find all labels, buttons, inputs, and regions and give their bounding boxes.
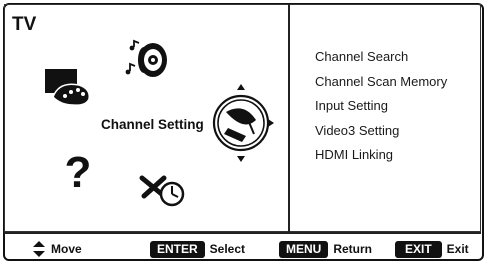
menu-item-input-setting[interactable]: Input Setting <box>315 97 447 122</box>
menu-item-channel-search[interactable]: Channel Search <box>315 48 447 73</box>
button-hint-bar: Move ENTER Select MENU Return EXIT Exit <box>0 240 491 260</box>
exit-label: Exit <box>446 242 469 256</box>
panel-divider <box>288 4 290 232</box>
speaker-music-icon[interactable] <box>120 37 172 83</box>
svg-text:?: ? <box>65 148 92 193</box>
menu-key-badge: MENU <box>279 240 329 258</box>
menu-item-channel-scan-memory[interactable]: Channel Scan Memory <box>315 73 447 98</box>
select-label: Select <box>209 242 246 256</box>
question-mark-icon[interactable]: ? <box>60 145 96 193</box>
selected-menu-label: Channel Setting <box>101 117 204 132</box>
hint-select: ENTER Select <box>150 240 245 258</box>
menu-item-video3-setting[interactable]: Video3 Setting <box>315 122 447 147</box>
tools-clock-icon[interactable] <box>134 170 188 208</box>
footer-divider <box>4 232 481 234</box>
satellite-dish-icon[interactable] <box>206 82 276 164</box>
submenu-list: Channel Search Channel Scan Memory Input… <box>315 48 447 171</box>
enter-key-badge: ENTER <box>150 240 205 258</box>
return-label: Return <box>333 242 373 256</box>
picture-adjust-icon[interactable] <box>43 67 93 107</box>
move-label: Move <box>51 242 82 256</box>
hint-exit: EXIT Exit <box>395 240 469 258</box>
hint-move: Move <box>33 240 82 258</box>
up-down-arrow-icon <box>33 241 45 257</box>
menu-item-hdmi-linking[interactable]: HDMI Linking <box>315 146 447 171</box>
screen-title: TV <box>12 14 37 35</box>
exit-key-badge: EXIT <box>395 240 442 258</box>
hint-return: MENU Return <box>279 240 372 258</box>
